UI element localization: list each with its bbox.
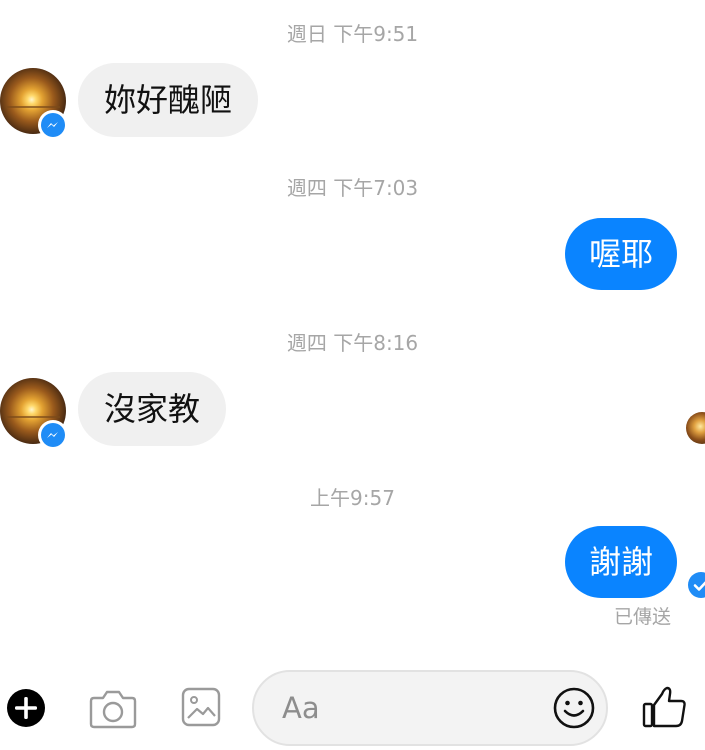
read-receipt-avatar <box>686 412 705 444</box>
timestamp: 週四 下午7:03 <box>286 176 419 200</box>
camera-icon <box>89 690 137 729</box>
thumbs-up-icon <box>642 686 686 728</box>
image-icon <box>181 687 221 727</box>
outgoing-message-bubble[interactable]: 喔耶 <box>565 218 678 290</box>
message-input-placeholder: Aa <box>282 691 320 725</box>
timestamp: 週日 下午9:51 <box>286 22 419 46</box>
avatar-photo <box>6 106 60 108</box>
contact-avatar[interactable] <box>0 378 68 450</box>
sent-status-indicator <box>688 572 705 598</box>
contact-avatar[interactable] <box>0 68 68 140</box>
check-icon <box>693 581 705 591</box>
outgoing-message-bubble[interactable]: 謝謝 <box>565 526 678 598</box>
timestamp: 週四 下午8:16 <box>286 331 419 355</box>
avatar-photo <box>6 416 60 418</box>
messenger-icon <box>47 122 58 128</box>
messenger-badge <box>38 420 68 450</box>
plus-circle-icon <box>7 689 45 727</box>
add-button[interactable] <box>6 688 46 732</box>
messenger-badge <box>38 110 68 140</box>
emoji-button[interactable] <box>552 686 596 734</box>
gallery-button[interactable] <box>180 686 222 732</box>
message-input[interactable]: Aa <box>252 670 608 746</box>
sent-status-label: 已傳送 <box>614 606 672 628</box>
like-button[interactable] <box>640 682 690 736</box>
messenger-icon <box>47 432 58 438</box>
timestamp: 上午9:57 <box>310 486 395 510</box>
smiley-icon <box>553 687 595 729</box>
incoming-message-bubble[interactable]: 妳好醜陋 <box>78 63 259 137</box>
camera-button[interactable] <box>88 688 138 734</box>
incoming-message-bubble[interactable]: 沒家教 <box>78 372 227 446</box>
